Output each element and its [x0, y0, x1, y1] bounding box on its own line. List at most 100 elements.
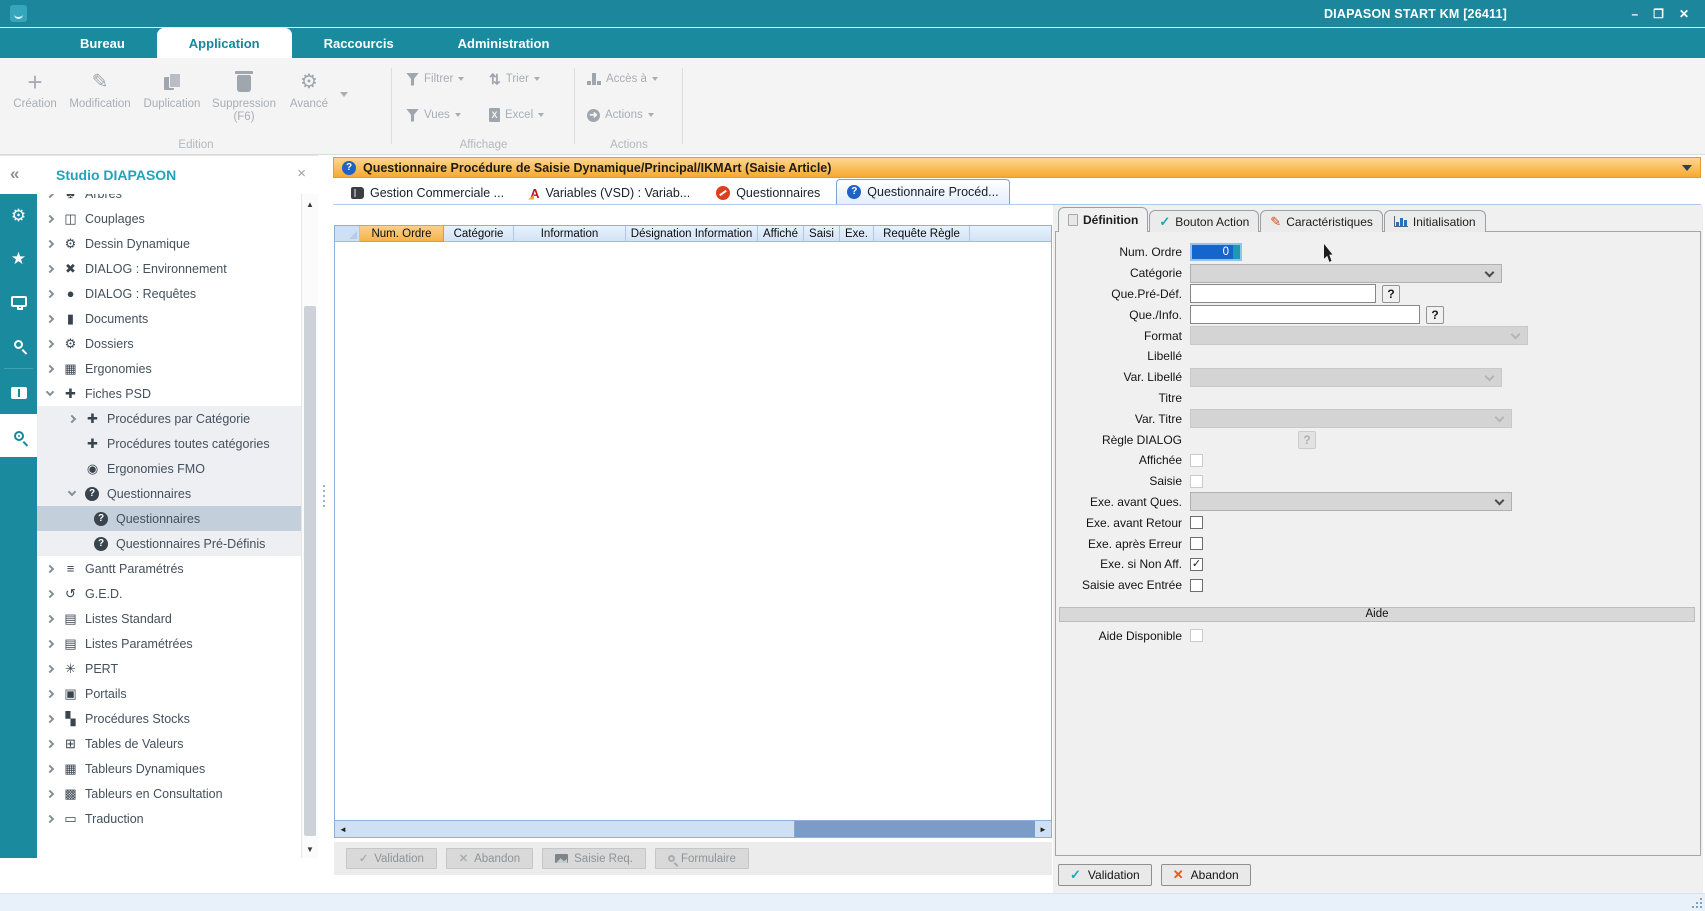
doc-tab-questionnaire-procedure[interactable]: ? Questionnaire Procéd... [836, 179, 1009, 204]
grid-corner-cell[interactable] [335, 226, 360, 242]
column-header-designation-information[interactable]: Désignation Information [626, 226, 758, 242]
tree-scrollbar[interactable]: ▲ ▼ [301, 194, 318, 858]
sidebar-collapse-icon[interactable]: « [10, 164, 19, 184]
grid-validation-button[interactable]: ✓ Validation [346, 848, 437, 869]
chevron-right-icon[interactable] [68, 414, 76, 422]
doc-tab-questionnaires[interactable]: Questionnaires [706, 182, 830, 204]
column-header-information[interactable]: Information [514, 226, 626, 242]
tree-item-questionnaires-pre-definis[interactable]: ?Questionnaires Pré-Définis [37, 531, 301, 556]
column-header-affiche[interactable]: Affiché [758, 226, 804, 242]
chevron-right-icon[interactable] [46, 289, 54, 297]
rail-favorites-star-icon[interactable]: ★ [0, 237, 37, 280]
rail-explorer-search-icon[interactable] [0, 414, 37, 457]
rail-columns-icon[interactable] [0, 371, 37, 414]
chevron-right-icon[interactable] [46, 589, 54, 597]
chevron-down-icon[interactable] [46, 388, 54, 396]
column-header-saisi[interactable]: Saisi [804, 226, 840, 242]
chevron-right-icon[interactable] [46, 689, 54, 697]
column-header-exe[interactable]: Exe. [840, 226, 874, 242]
duplication-button[interactable]: Duplication [136, 66, 208, 124]
tree-item-documents[interactable]: ▮Documents [37, 306, 301, 331]
exe-avant-ques-select[interactable] [1190, 492, 1512, 511]
panel-abandon-button[interactable]: ✕ Abandon [1161, 864, 1251, 886]
tab-bouton-action[interactable]: ✓ Bouton Action [1149, 210, 1259, 232]
tree-item-tableurs-dynamiques[interactable]: ▦Tableurs Dynamiques [37, 756, 301, 781]
resize-grip-icon[interactable] [1692, 898, 1702, 908]
chevron-right-icon[interactable] [46, 214, 54, 222]
ribbon-tab-bureau[interactable]: Bureau [48, 28, 157, 58]
chevron-right-icon[interactable] [46, 564, 54, 572]
tree-item-arbres[interactable]: ♣Arbres [37, 194, 301, 206]
doc-tab-gestion-commerciale[interactable]: Gestion Commerciale ... [341, 182, 514, 204]
exe-si-non-aff-checkbox[interactable]: ✓ [1190, 558, 1203, 571]
tree-item-dossiers[interactable]: ⚙Dossiers [37, 331, 301, 356]
tree-item-traduction[interactable]: ▭Traduction [37, 806, 301, 831]
tree-item-dialog-environnement[interactable]: ✖DIALOG : Environnement [37, 256, 301, 281]
tree-item-ged[interactable]: ↺G.E.D. [37, 581, 301, 606]
minimize-button[interactable]: – [1631, 7, 1638, 21]
suppression-button[interactable]: Suppression (F6) [208, 66, 280, 124]
document-menu-caret-icon[interactable] [1682, 165, 1692, 171]
doc-tab-variables-vsd[interactable]: A Variables (VSD) : Variab... [520, 182, 700, 204]
que-pre-def-input[interactable] [1190, 284, 1376, 303]
vues-button[interactable]: Vues [406, 104, 461, 126]
tab-initialisation[interactable]: Initialisation [1384, 210, 1486, 232]
sidebar-close-icon[interactable]: × [297, 165, 306, 182]
categorie-select[interactable] [1190, 264, 1502, 283]
column-header-categorie[interactable]: Catégorie [444, 226, 514, 242]
tree-item-tableurs-en-consultation[interactable]: ▩Tableurs en Consultation [37, 781, 301, 806]
scroll-right-icon[interactable]: ► [1035, 821, 1051, 837]
chevron-right-icon[interactable] [46, 814, 54, 822]
grid-horizontal-scrollbar[interactable]: ◄ ► [335, 820, 1051, 837]
formulaire-button[interactable]: Formulaire [655, 848, 749, 869]
chevron-right-icon[interactable] [46, 714, 54, 722]
scroll-down-icon[interactable]: ▼ [302, 845, 318, 854]
tree-scrollbar-thumb[interactable] [304, 306, 316, 836]
que-pre-def-help-button[interactable]: ? [1382, 285, 1400, 303]
actions-button[interactable]: ➜ Actions [587, 104, 654, 126]
exe-avant-retour-checkbox[interactable] [1190, 516, 1203, 529]
ribbon-tab-administration[interactable]: Administration [426, 28, 582, 58]
panel-validation-button[interactable]: ✓ Validation [1058, 864, 1152, 886]
grid-abandon-button[interactable]: ✕ Abandon [446, 848, 533, 869]
tree-item-tables-de-valeurs[interactable]: ⊞Tables de Valeurs [37, 731, 301, 756]
tree-item-portails[interactable]: ▣Portails [37, 681, 301, 706]
saisie-avec-entree-checkbox[interactable] [1190, 579, 1203, 592]
tree-item-gantt-parametres[interactable]: ≡Gantt Paramétrés [37, 556, 301, 581]
tab-definition[interactable]: Définition [1058, 207, 1148, 232]
grid-body-empty[interactable] [335, 242, 1051, 820]
chevron-right-icon[interactable] [46, 364, 54, 372]
rail-monitor-icon[interactable] [0, 280, 37, 323]
saisie-req-button[interactable]: Saisie Req. [542, 848, 646, 869]
column-header-requete-regle[interactable]: Requête Règle [874, 226, 970, 242]
chevron-right-icon[interactable] [46, 789, 54, 797]
avance-dropdown-caret-icon[interactable] [340, 92, 348, 97]
scroll-up-icon[interactable]: ▲ [302, 200, 318, 209]
creation-button[interactable]: + Création [6, 66, 64, 124]
tree-item-pert[interactable]: ✳PERT [37, 656, 301, 681]
tree-item-ergonomies-fmo[interactable]: ◉Ergonomies FMO [37, 456, 301, 481]
tree-item-procedures-stocks[interactable]: ▚Procédures Stocks [37, 706, 301, 731]
chevron-right-icon[interactable] [46, 764, 54, 772]
chevron-right-icon[interactable] [46, 314, 54, 322]
rail-search-icon[interactable] [0, 323, 37, 366]
chevron-right-icon[interactable] [46, 639, 54, 647]
tree-item-dessin-dynamique[interactable]: ⚙Dessin Dynamique [37, 231, 301, 256]
chevron-right-icon[interactable] [46, 264, 54, 272]
tree-item-fiches-psd[interactable]: ✚Fiches PSD [37, 381, 301, 406]
ribbon-tab-application[interactable]: Application [157, 28, 292, 58]
chevron-right-icon[interactable] [46, 664, 54, 672]
rail-apps-wheel-icon[interactable]: ⚙ [0, 194, 37, 237]
tree-item-procedures-par-categorie[interactable]: ✚Procédures par Catégorie [37, 406, 301, 431]
exe-apres-erreur-checkbox[interactable] [1190, 537, 1203, 550]
tree-item-procedures-toutes-categories[interactable]: ✚Procédures toutes catégories [37, 431, 301, 456]
tree-item-questionnaires-selected[interactable]: ?Questionnaires [37, 506, 301, 531]
tree-item-listes-parametrees[interactable]: ▤Listes Paramétrées [37, 631, 301, 656]
tab-caracteristiques[interactable]: ✎ Caractéristiques [1260, 210, 1383, 232]
que-info-input[interactable] [1190, 305, 1420, 324]
maximize-button[interactable]: ❒ [1653, 7, 1664, 21]
tree-item-questionnaires-parent[interactable]: ?Questionnaires [37, 481, 301, 506]
avance-button[interactable]: ⚙ Avancé [280, 66, 338, 124]
que-info-help-button[interactable]: ? [1426, 306, 1444, 324]
tree-item-ergonomies[interactable]: ▦Ergonomies [37, 356, 301, 381]
